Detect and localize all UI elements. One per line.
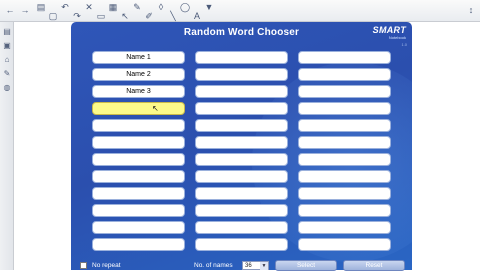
smart-logo-subtitle: Notebook: [388, 35, 406, 40]
name-cell[interactable]: [298, 102, 391, 115]
name-cell[interactable]: [92, 119, 185, 132]
num-names-label: No. of names: [194, 262, 233, 269]
app-title: Random Word Chooser: [183, 27, 300, 38]
text-icon[interactable]: A: [192, 11, 202, 21]
name-cell[interactable]: [298, 68, 391, 81]
name-cell[interactable]: [298, 153, 391, 166]
name-cell[interactable]: [195, 204, 288, 217]
name-cell[interactable]: [195, 221, 288, 234]
name-cell[interactable]: Name 1: [92, 51, 185, 64]
fill-icon[interactable]: ▼: [204, 2, 214, 12]
undo-icon[interactable]: ↶: [60, 2, 70, 12]
num-names-value: 36: [245, 263, 252, 269]
chevron-down-icon: ▼: [260, 262, 268, 270]
name-cell[interactable]: [195, 187, 288, 200]
name-cell[interactable]: [92, 221, 185, 234]
addons-icon[interactable]: ◍: [3, 84, 11, 92]
name-cell[interactable]: [195, 153, 288, 166]
shapes-icon[interactable]: ◯: [180, 2, 190, 12]
name-cell[interactable]: [195, 119, 288, 132]
toolbar-toggle-icon[interactable]: ↕: [466, 5, 476, 15]
no-repeat-label: No repeat: [92, 262, 121, 269]
name-cell[interactable]: [92, 170, 185, 183]
name-cell[interactable]: [92, 187, 185, 200]
forward-icon[interactable]: →: [20, 5, 30, 15]
name-cell[interactable]: [195, 136, 288, 149]
attachments-icon[interactable]: ⌂: [3, 56, 11, 64]
name-cell[interactable]: [298, 51, 391, 64]
select-icon[interactable]: ↖: [120, 11, 130, 21]
table-icon[interactable]: ▦: [108, 2, 118, 12]
name-cell[interactable]: [298, 119, 391, 132]
name-cell[interactable]: [298, 85, 391, 98]
name-cell[interactable]: Name 3: [92, 85, 185, 98]
gallery-icon[interactable]: ▣: [3, 42, 11, 50]
name-cell[interactable]: [298, 238, 391, 251]
properties-icon[interactable]: ✎: [3, 70, 11, 78]
name-cell[interactable]: [298, 221, 391, 234]
page-sorter-icon[interactable]: ▤: [3, 28, 11, 36]
name-cell[interactable]: [92, 153, 185, 166]
mouse-cursor-icon: ↖: [152, 104, 159, 113]
name-cell[interactable]: [92, 238, 185, 251]
name-cell[interactable]: [195, 102, 288, 115]
name-cell[interactable]: [195, 85, 288, 98]
smart-logo: SMART: [372, 25, 406, 35]
pen-icon[interactable]: ✎: [132, 2, 142, 12]
main-toolbar: ← → ▤ ▢ ↶ ↷ ✕ ▭ ▦ ↖ ✎ ✐ ◊ ╲ ◯ A ▼ ↕: [0, 0, 480, 22]
name-cell[interactable]: [92, 204, 185, 217]
redo-icon[interactable]: ↷: [72, 11, 82, 21]
name-cell[interactable]: [298, 136, 391, 149]
num-names-select[interactable]: 36 ▼: [242, 261, 269, 270]
name-cell[interactable]: [298, 170, 391, 183]
side-tabs: ▤ ▣ ⌂ ✎ ◍: [0, 22, 14, 270]
line-icon[interactable]: ╲: [168, 11, 178, 21]
name-cell[interactable]: [195, 51, 288, 64]
no-repeat-checkbox[interactable]: [80, 262, 87, 269]
new-page-icon[interactable]: ▢: [48, 11, 58, 21]
view-screens-icon[interactable]: ▤: [36, 2, 46, 12]
version-label: 1.0: [401, 42, 407, 47]
reset-button[interactable]: Reset: [343, 260, 405, 271]
name-cell[interactable]: [195, 170, 288, 183]
screen-shade-icon[interactable]: ▭: [96, 11, 106, 21]
name-cell[interactable]: [92, 136, 185, 149]
highlighter-icon[interactable]: ✐: [144, 11, 154, 21]
select-button[interactable]: Select: [275, 260, 337, 271]
name-cell[interactable]: [195, 68, 288, 81]
delete-icon[interactable]: ✕: [84, 2, 94, 12]
name-cell[interactable]: [195, 238, 288, 251]
name-cell[interactable]: [298, 187, 391, 200]
name-cell[interactable]: [92, 102, 185, 115]
name-cell[interactable]: Name 2: [92, 68, 185, 81]
eraser-icon[interactable]: ◊: [156, 2, 166, 12]
back-icon[interactable]: ←: [5, 5, 15, 15]
name-cell[interactable]: [298, 204, 391, 217]
